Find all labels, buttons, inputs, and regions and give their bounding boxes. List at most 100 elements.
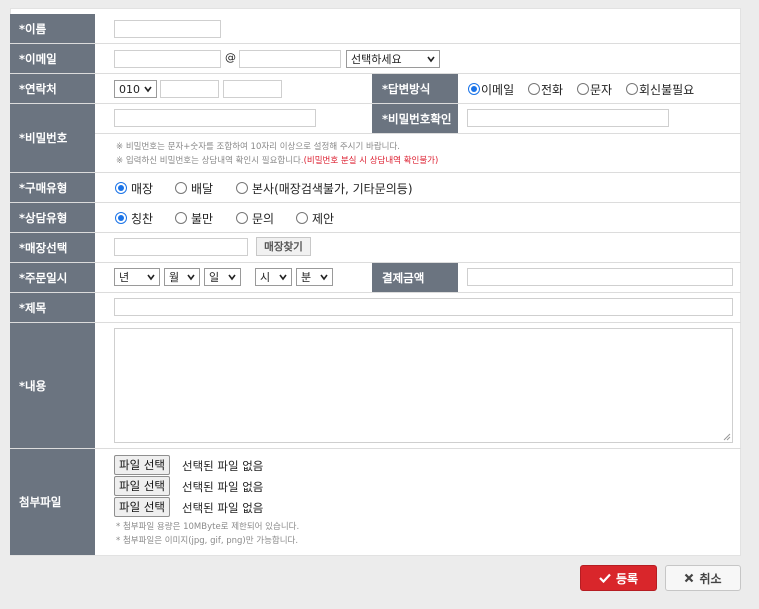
row-attachment: 첨부파일 파일 선택 선택된 파일 없음 파일 선택 선택된 파일 없음 파일 …	[10, 449, 741, 555]
purchase-store-radio[interactable]	[115, 182, 127, 194]
chevron-down-icon	[187, 274, 195, 281]
row-store: *매장선택 매장찾기	[10, 233, 741, 263]
row-order-date: *주문일시 년 월 일 시 분 결제금액	[10, 263, 741, 293]
consult-suggestion-radio[interactable]	[296, 212, 308, 224]
password-confirm-input[interactable]	[467, 109, 669, 127]
consult-praise-radio[interactable]	[115, 212, 127, 224]
row-content: *내용	[10, 323, 741, 449]
row-contact: *연락처 010 *답변방식 이메일 전화 문자 회신불필요	[10, 74, 741, 104]
chevron-down-icon	[427, 56, 435, 63]
content-label: *내용	[10, 323, 95, 448]
payment-input[interactable]	[467, 268, 733, 286]
phone-prefix-value: 010	[119, 82, 140, 96]
consult-suggestion-label: 제안	[312, 212, 335, 226]
cancel-button-label: 취소	[699, 571, 722, 586]
order-minute-select[interactable]: 분	[296, 268, 333, 286]
resize-grip-icon[interactable]	[723, 433, 731, 441]
purchase-hq-label: 본사(매장검색불가, 기타문의등)	[252, 182, 413, 196]
row-name: *이름	[10, 14, 741, 44]
password-hint-2-warning: (비밀번호 분실 시 상담내역 확인불가)	[303, 156, 439, 166]
email-local-input[interactable]	[114, 50, 221, 68]
reply-sms-label: 문자	[590, 83, 613, 97]
store-input[interactable]	[114, 238, 248, 256]
reply-phone-radio[interactable]	[528, 83, 540, 95]
password-hint-2-main: ※ 입력하신 비밀번호는 상담내역 확인시 필요합니다.	[116, 156, 304, 166]
phone-last-input[interactable]	[223, 80, 282, 98]
name-label: *이름	[10, 14, 95, 43]
order-day-value: 일	[209, 271, 220, 284]
reply-email-radio[interactable]	[468, 83, 480, 95]
chevron-down-icon	[279, 274, 287, 281]
email-at-sign: @	[225, 51, 236, 64]
name-input[interactable]	[114, 20, 221, 38]
reply-phone-label: 전화	[541, 83, 564, 97]
reply-email-label: 이메일	[481, 83, 515, 97]
row-purchase-type: *구매유형 매장 배달 본사(매장검색불가, 기타문의등)	[10, 173, 741, 203]
order-hour-select[interactable]: 시	[255, 268, 292, 286]
phone-middle-input[interactable]	[160, 80, 219, 98]
row-consult-type: *상담유형 칭찬 불만 문의 제안	[10, 203, 741, 233]
purchase-type-label: *구매유형	[10, 173, 95, 202]
email-domain-select[interactable]: 선택하세요	[346, 50, 440, 68]
chevron-down-icon	[147, 274, 155, 281]
file-select-button-2[interactable]: 파일 선택	[114, 476, 170, 496]
purchase-delivery-radio[interactable]	[175, 182, 187, 194]
email-domain-select-value: 선택하세요	[351, 53, 402, 66]
consult-praise-label: 칭찬	[131, 212, 154, 226]
phone-prefix-select[interactable]: 010	[114, 80, 157, 98]
consult-inquiry-radio[interactable]	[236, 212, 248, 224]
reply-sms-radio[interactable]	[577, 83, 589, 95]
payment-label: 결제금액	[372, 263, 458, 292]
email-label: *이메일	[10, 44, 95, 73]
attachment-hint-2: * 첨부파일은 이미지(jpg, gif, png)만 가능합니다.	[116, 536, 299, 546]
order-day-select[interactable]: 일	[204, 268, 241, 286]
file-status-3: 선택된 파일 없음	[182, 501, 264, 515]
order-month-value: 월	[169, 271, 180, 284]
file-select-button-3[interactable]: 파일 선택	[114, 497, 170, 517]
consult-type-label: *상담유형	[10, 203, 95, 232]
content-textarea[interactable]	[114, 328, 733, 443]
order-minute-value: 분	[301, 271, 312, 284]
row-password: *비밀번호 *비밀번호확인 ※ 비밀번호는 문자+숫자를 조합하여 10자리 이…	[10, 104, 741, 173]
close-icon	[685, 573, 694, 583]
chevron-down-icon	[228, 274, 236, 281]
order-year-value: 년	[119, 271, 130, 284]
store-search-button[interactable]: 매장찾기	[256, 237, 311, 256]
password-divider	[95, 133, 741, 134]
password-hint-1: ※ 비밀번호는 문자+숫자를 조합하여 10자리 이상으로 설정해 주시기 바랍…	[116, 142, 400, 152]
order-date-label: *주문일시	[10, 263, 95, 292]
submit-button[interactable]: 등록	[580, 565, 657, 591]
check-icon	[599, 573, 611, 583]
order-month-select[interactable]: 월	[164, 268, 200, 286]
file-status-1: 선택된 파일 없음	[182, 459, 264, 473]
consult-complaint-radio[interactable]	[175, 212, 187, 224]
chevron-down-icon	[144, 86, 152, 93]
consult-inquiry-label: 문의	[252, 212, 275, 226]
row-subject: *제목	[10, 293, 741, 323]
password-input[interactable]	[114, 109, 316, 127]
submit-button-label: 등록	[615, 571, 639, 586]
attachment-label: 첨부파일	[10, 449, 95, 555]
store-label: *매장선택	[10, 233, 95, 262]
row-email: *이메일 @ 선택하세요	[10, 44, 741, 74]
attachment-hint-1: * 첨부파일 용량은 10MByte로 제한되어 있습니다.	[116, 522, 300, 532]
chevron-down-icon	[320, 274, 328, 281]
file-status-2: 선택된 파일 없음	[182, 480, 264, 494]
reply-method-label: *답변방식	[372, 74, 458, 103]
contact-label: *연락처	[10, 74, 95, 103]
purchase-delivery-label: 배달	[191, 182, 214, 196]
password-label: *비밀번호	[10, 104, 95, 172]
subject-input[interactable]	[114, 298, 733, 316]
reply-none-label: 회신불필요	[639, 83, 695, 97]
email-domain-input[interactable]	[239, 50, 341, 68]
reply-none-radio[interactable]	[626, 83, 638, 95]
cancel-button[interactable]: 취소	[665, 565, 741, 591]
purchase-store-label: 매장	[131, 182, 154, 196]
password-hint-2: ※ 입력하신 비밀번호는 상담내역 확인시 필요합니다.(비밀번호 분실 시 상…	[116, 154, 438, 166]
password-confirm-label: *비밀번호확인	[372, 104, 458, 133]
purchase-hq-radio[interactable]	[236, 182, 248, 194]
file-select-button-1[interactable]: 파일 선택	[114, 455, 170, 475]
consult-complaint-label: 불만	[191, 212, 214, 226]
subject-label: *제목	[10, 293, 95, 322]
order-year-select[interactable]: 년	[114, 268, 160, 286]
